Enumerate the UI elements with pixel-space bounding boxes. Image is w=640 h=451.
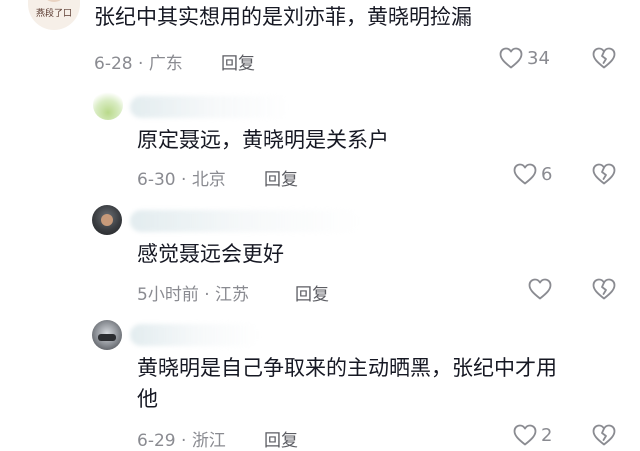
username-blurred	[130, 210, 360, 232]
heart-icon	[499, 47, 523, 69]
meta-separator: ·	[132, 54, 149, 74]
like-button[interactable]: 6	[513, 163, 552, 185]
avatar-figure	[101, 214, 113, 226]
comment-text: 他	[137, 387, 158, 411]
reply-button[interactable]: 回复	[264, 165, 298, 190]
avatar[interactable]	[93, 90, 123, 120]
broken-heart-icon	[592, 47, 616, 69]
comment-meta: 6-29 · 浙江	[137, 426, 226, 451]
comment-date: 5小时前	[137, 285, 199, 305]
comment-text: 黄晓明是自己争取来的主动晒黑，张纪中才用	[137, 356, 557, 380]
avatar-caption: 燕段了口	[35, 9, 72, 19]
avatar[interactable]: 燕段了口	[28, 0, 80, 30]
username-blurred	[130, 96, 290, 118]
comment-text: 原定聂远，黄晓明是关系户	[137, 128, 389, 152]
comment-location: 浙江	[191, 431, 226, 451]
dislike-button[interactable]	[592, 47, 616, 69]
like-count: 34	[527, 47, 550, 69]
avatar-figure	[98, 334, 116, 341]
comment-meta: 6-28 · 广东	[94, 49, 183, 74]
comment-meta: 6-30 · 北京	[137, 165, 226, 190]
dislike-button[interactable]	[592, 424, 616, 446]
comment-date: 6-30	[137, 170, 176, 190]
like-count: 2	[541, 424, 553, 446]
heart-icon	[513, 163, 537, 185]
reply-button[interactable]: 回复	[221, 49, 255, 74]
username-blurred	[130, 324, 260, 346]
comment-meta: 5小时前 · 江苏	[137, 280, 249, 305]
avatar-figure	[42, 0, 66, 2]
dislike-button[interactable]	[592, 278, 616, 300]
heart-icon	[528, 278, 552, 300]
dislike-button[interactable]	[592, 163, 616, 185]
comment-date: 6-29	[137, 431, 176, 451]
reply-button[interactable]: 回复	[295, 280, 329, 305]
like-count: 6	[541, 163, 553, 185]
meta-separator: ·	[198, 285, 216, 305]
like-button[interactable]: 2	[513, 424, 552, 446]
comment-location: 江苏	[215, 285, 250, 305]
comment-date: 6-28	[94, 54, 133, 74]
avatar[interactable]	[92, 205, 122, 235]
meta-separator: ·	[175, 170, 192, 190]
heart-icon	[513, 424, 537, 446]
comment-location: 广东	[148, 54, 183, 74]
reply-button[interactable]: 回复	[264, 426, 298, 451]
comment-location: 北京	[191, 170, 226, 190]
meta-separator: ·	[175, 431, 192, 451]
avatar[interactable]	[92, 320, 122, 350]
broken-heart-icon	[592, 278, 616, 300]
comment-text: 感觉聂远会更好	[137, 242, 284, 266]
like-button[interactable]	[528, 278, 556, 300]
broken-heart-icon	[592, 424, 616, 446]
broken-heart-icon	[592, 163, 616, 185]
like-button[interactable]: 34	[499, 47, 550, 69]
comment-text: 张纪中其实想用的是刘亦菲，黄晓明捡漏	[94, 5, 472, 29]
